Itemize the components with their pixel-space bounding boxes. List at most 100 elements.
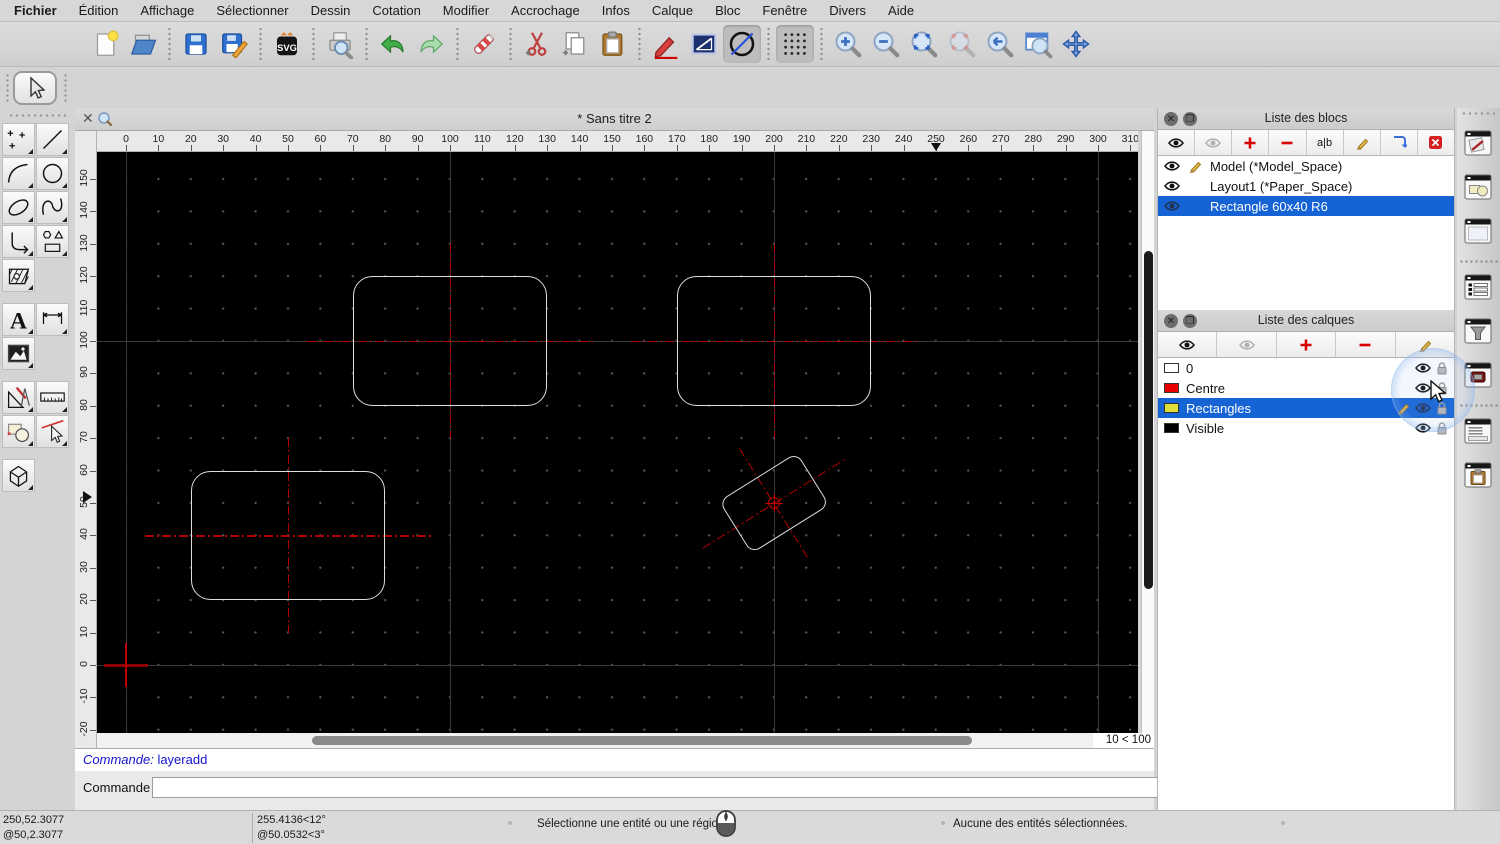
block-list-item[interactable]: Model (*Model_Space) — [1158, 156, 1454, 176]
tool-points[interactable] — [2, 123, 35, 156]
zoom-pan-button[interactable] — [1057, 25, 1095, 63]
hscroll-thumb[interactable] — [312, 736, 972, 745]
select-tool-button[interactable] — [13, 71, 57, 105]
remove-layer-button[interactable] — [1336, 332, 1396, 357]
drag-handle-icon[interactable] — [6, 73, 9, 103]
add-block-button[interactable] — [1232, 130, 1270, 155]
tool-ellipse[interactable] — [2, 191, 35, 224]
dock-clipboard-toggle[interactable] — [1463, 458, 1493, 492]
redo-button[interactable] — [412, 25, 450, 63]
tool-ruler[interactable] — [36, 381, 69, 414]
zoom-window-button[interactable] — [1019, 25, 1057, 63]
svg-export-button[interactable]: SVG — [268, 25, 306, 63]
menu-aide[interactable]: Aide — [877, 0, 925, 22]
draw-line-button[interactable] — [685, 25, 723, 63]
tool-image[interactable] — [2, 337, 35, 370]
tool-modify[interactable] — [2, 415, 35, 448]
edit-block-button[interactable] — [1343, 130, 1381, 155]
save-button[interactable] — [177, 25, 215, 63]
zoom-previous-button[interactable] — [943, 25, 981, 63]
menu-fichier[interactable]: Fichier — [14, 0, 68, 22]
draw-circle-button[interactable] — [723, 25, 761, 63]
layer-lock-icon[interactable] — [1436, 381, 1448, 395]
rename-block-button[interactable]: a|b — [1306, 130, 1344, 155]
dock-modify-toggle[interactable] — [1463, 170, 1493, 204]
drag-handle-icon[interactable] — [1461, 112, 1495, 115]
draw-pencil-button[interactable] — [647, 25, 685, 63]
remove-block-button[interactable] — [1269, 130, 1307, 155]
drag-handle-icon[interactable] — [8, 114, 66, 117]
zoom-auto-button[interactable] — [905, 25, 943, 63]
tool-text[interactable]: A — [2, 303, 35, 336]
show-all-layers-button[interactable] — [1158, 332, 1218, 357]
hide-all-layers-button[interactable] — [1217, 332, 1277, 357]
canvas-horizontal-scrollbar[interactable] — [97, 733, 1093, 748]
dock-list-toggle[interactable] — [1463, 270, 1493, 304]
layer-list-item[interactable]: Rectangles — [1158, 398, 1454, 418]
cad-rounded-rectangle[interactable] — [190, 470, 386, 601]
layer-color-swatch[interactable] — [1164, 383, 1179, 393]
layer-lock-icon[interactable] — [1436, 361, 1448, 375]
zoom-out-button[interactable] — [867, 25, 905, 63]
tool-drafting[interactable] — [2, 381, 35, 414]
print-preview-button[interactable] — [321, 25, 359, 63]
delete-block-button[interactable] — [1417, 130, 1454, 155]
cad-rounded-rectangle[interactable] — [352, 276, 548, 406]
layer-list-item[interactable]: Visible — [1158, 418, 1454, 438]
menu-selectionner[interactable]: Sélectionner — [205, 0, 299, 22]
dock-library-toggle[interactable] — [1463, 358, 1493, 392]
menu-accrochage[interactable]: Accrochage — [500, 0, 591, 22]
new-button[interactable] — [86, 25, 124, 63]
layer-list-item[interactable]: 0 — [1158, 358, 1454, 378]
block-list-item[interactable]: Rectangle 60x40 R6 — [1158, 196, 1454, 216]
tool-line[interactable] — [36, 123, 69, 156]
menu-affichage[interactable]: Affichage — [129, 0, 205, 22]
copy-button[interactable] — [556, 25, 594, 63]
menu-infos[interactable]: Infos — [591, 0, 641, 22]
block-edit-pencil-icon[interactable] — [1188, 159, 1202, 173]
menu-fenetre[interactable]: Fenêtre — [751, 0, 818, 22]
menu-calque[interactable]: Calque — [641, 0, 704, 22]
tool-box-3d[interactable] — [2, 459, 35, 492]
drawing-canvas[interactable] — [97, 152, 1138, 733]
save-as-button[interactable] — [215, 25, 253, 63]
delete-button[interactable] — [465, 25, 503, 63]
menu-bloc[interactable]: Bloc — [704, 0, 751, 22]
menu-dessin[interactable]: Dessin — [300, 0, 362, 22]
show-all-blocks-button[interactable] — [1158, 130, 1196, 155]
layer-visibility-eye-icon[interactable] — [1415, 362, 1431, 374]
menu-divers[interactable]: Divers — [818, 0, 877, 22]
tool-arc[interactable] — [2, 157, 35, 190]
zoom-in-button[interactable] — [829, 25, 867, 63]
layer-lock-icon[interactable] — [1436, 421, 1448, 435]
menu-cotation[interactable]: Cotation — [361, 0, 431, 22]
tool-hatch[interactable] — [2, 259, 35, 292]
canvas-vertical-scrollbar[interactable] — [1141, 131, 1154, 733]
menu-modifier[interactable]: Modifier — [432, 0, 500, 22]
block-visibility-eye-icon[interactable] — [1164, 160, 1180, 172]
dock-draw-toggle[interactable] — [1463, 126, 1493, 160]
vscroll-thumb[interactable] — [1144, 251, 1153, 589]
block-visibility-eye-icon[interactable] — [1164, 200, 1180, 212]
drag-handle-icon[interactable] — [64, 73, 67, 103]
layer-visibility-eye-icon[interactable] — [1415, 382, 1431, 394]
menu-edition[interactable]: Édition — [68, 0, 130, 22]
zoom-back-button[interactable] — [981, 25, 1019, 63]
layer-visibility-eye-icon[interactable] — [1415, 402, 1431, 414]
dock-blank-toggle[interactable] — [1463, 214, 1493, 248]
open-button[interactable] — [124, 25, 162, 63]
tool-circle[interactable] — [36, 157, 69, 190]
layer-color-swatch[interactable] — [1164, 403, 1179, 413]
cut-button[interactable] — [518, 25, 556, 63]
add-layer-button[interactable] — [1276, 332, 1337, 357]
undo-button[interactable] — [374, 25, 412, 63]
command-input[interactable] — [152, 777, 1198, 798]
layer-lock-icon[interactable] — [1436, 401, 1448, 415]
layer-color-swatch[interactable] — [1164, 423, 1179, 433]
cad-rounded-rectangle[interactable] — [676, 276, 872, 406]
dock-filter-toggle[interactable] — [1463, 314, 1493, 348]
hide-all-blocks-button[interactable] — [1195, 130, 1233, 155]
layer-list-item[interactable]: Centre — [1158, 378, 1454, 398]
dock-command-toggle[interactable] — [1463, 414, 1493, 448]
tool-dimension[interactable] — [36, 303, 69, 336]
